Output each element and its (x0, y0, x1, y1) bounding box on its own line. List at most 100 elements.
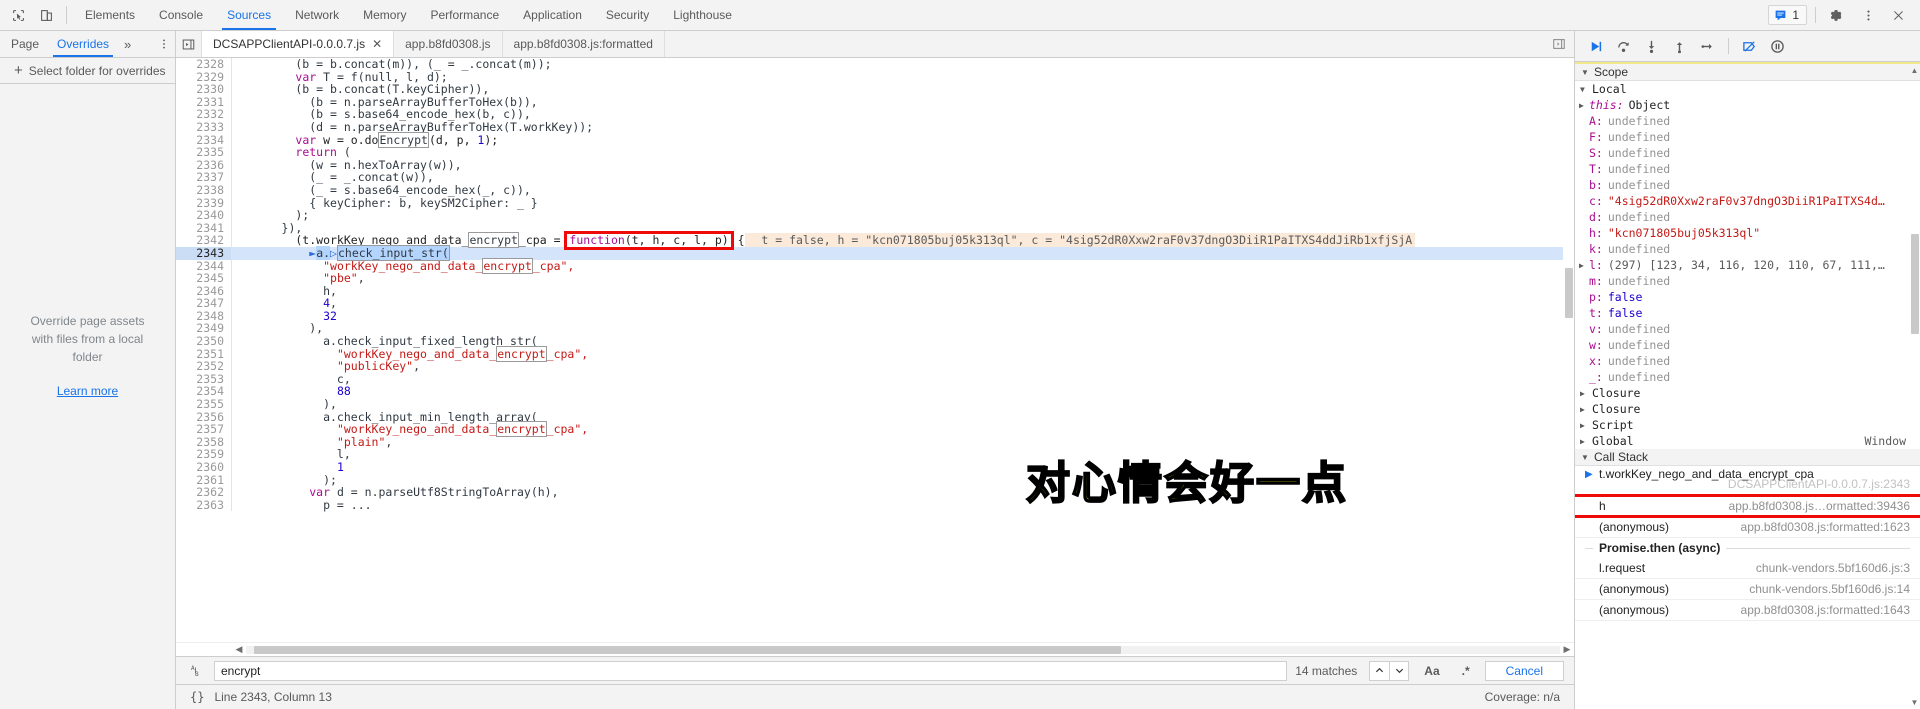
code-line[interactable]: 2346 h, (176, 285, 1574, 298)
inspect-element-icon[interactable] (4, 0, 32, 30)
callstack-frame[interactable]: l.request chunk-vendors.5bf160d6.js:3 (1575, 558, 1920, 579)
device-toolbar-icon[interactable] (32, 0, 60, 30)
nav-more-tabs-button[interactable]: » (118, 31, 137, 57)
line-number[interactable]: 2330 (176, 83, 232, 96)
line-number[interactable]: 2357 (176, 423, 232, 436)
code-line[interactable]: 2345 "pbe", (176, 272, 1574, 285)
code-line[interactable]: 2330 (b = b.concat(T.keyCipher)), (176, 83, 1574, 96)
step-over-icon[interactable] (1611, 34, 1636, 58)
line-number[interactable]: 2343 (176, 247, 232, 260)
editor-horizontal-scrollbar[interactable]: ◀ ▶ (176, 642, 1574, 656)
search-next-button[interactable] (1389, 660, 1410, 681)
code-line[interactable]: 2335 return ( (176, 146, 1574, 159)
match-case-button[interactable]: Aa (1417, 664, 1446, 678)
line-number[interactable]: 2362 (176, 486, 232, 499)
code-line[interactable]: 2352 "publicKey", (176, 360, 1574, 373)
tab-security[interactable]: Security (594, 0, 661, 30)
select-folder-for-overrides-button[interactable]: + Select folder for overrides (0, 58, 175, 84)
scope-variable-x[interactable]: x: undefined (1575, 353, 1920, 369)
scope-variable-k[interactable]: k: undefined (1575, 241, 1920, 257)
search-cancel-button[interactable]: Cancel (1484, 660, 1564, 681)
scope-group-script-3[interactable]: ▶ Script (1575, 417, 1920, 433)
toggle-navigator-icon[interactable] (176, 31, 202, 57)
callstack-frame[interactable]: (anonymous) chunk-vendors.5bf160d6.js:14 (1575, 579, 1920, 600)
scope-variable-l[interactable]: ▶ l: (297) [123, 34, 116, 120, 110, 67, 11… (1575, 257, 1920, 273)
callstack-frame[interactable]: (anonymous) app.b8fd0308.js:formatted:162… (1575, 517, 1920, 538)
scope-variable-b[interactable]: b: undefined (1575, 177, 1920, 193)
scope-variable-d[interactable]: d: undefined (1575, 209, 1920, 225)
code-line[interactable]: 2360 1 (176, 461, 1574, 474)
step-icon[interactable] (1695, 34, 1720, 58)
scope-section-header[interactable]: ▼ Scope (1575, 64, 1920, 81)
callstack-frame[interactable]: h app.b8fd0308.js…ormatted:39436 (1575, 494, 1920, 518)
code-line[interactable]: 2347 4, (176, 297, 1574, 310)
scope-variable-_[interactable]: _: undefined (1575, 369, 1920, 385)
code-line[interactable]: 2359 l, (176, 448, 1574, 461)
code-line[interactable]: 2340 ); (176, 209, 1574, 222)
code-editor[interactable]: 2328 (b = b.concat(m)), (_ = _.concat(m)… (176, 58, 1574, 642)
scope-group-local-0[interactable]: ▼ Local (1575, 81, 1920, 97)
tab-memory[interactable]: Memory (351, 0, 418, 30)
pause-on-exceptions-icon[interactable] (1765, 34, 1790, 58)
editor-tab-dcsappclientapi[interactable]: DCSAPPClientAPI-0.0.0.7.js ✕ (202, 31, 395, 57)
editor-tab-appjs[interactable]: app.b8fd0308.js (394, 31, 503, 57)
step-into-icon[interactable] (1639, 34, 1664, 58)
pretty-print-icon[interactable]: {} (190, 690, 204, 704)
tab-elements[interactable]: Elements (73, 0, 147, 30)
line-number[interactable]: 2347 (176, 297, 232, 310)
search-prev-button[interactable] (1369, 660, 1390, 681)
scope-variable-w[interactable]: w: undefined (1575, 337, 1920, 353)
navigator-kebab-icon[interactable] (153, 31, 175, 57)
callstack-section-header[interactable]: ▼ Call Stack (1575, 449, 1920, 466)
code-line[interactable]: 2334 var w = o.doEncrypt(d, p, 1); (176, 131, 1574, 148)
line-number[interactable]: 2363 (176, 499, 232, 512)
scroll-down-icon[interactable]: ▼ (1910, 698, 1919, 707)
line-number[interactable]: 2335 (176, 146, 232, 159)
scope-variable-F[interactable]: F: undefined (1575, 129, 1920, 145)
nav-tab-overrides[interactable]: Overrides (48, 31, 118, 57)
code-line[interactable]: 2348 32 (176, 310, 1574, 323)
code-line[interactable]: 2339 { keyCipher: b, keySM2Cipher: _ } (176, 196, 1574, 210)
scope-variable-v[interactable]: v: undefined (1575, 321, 1920, 337)
debugger-vertical-scrollbar[interactable]: ▲ ▼ (1909, 64, 1920, 709)
editor-tab-appjs-formatted[interactable]: app.b8fd0308.js:formatted (503, 31, 665, 57)
gear-icon[interactable] (1824, 8, 1852, 23)
nav-tab-page[interactable]: Page (2, 31, 48, 57)
callstack-frame[interactable]: (anonymous) app.b8fd0308.js:formatted:164… (1575, 600, 1920, 621)
code-line[interactable]: 2363 p = ... (176, 499, 1574, 512)
line-number[interactable]: 2340 (176, 209, 232, 222)
learn-more-link[interactable]: Learn more (57, 382, 118, 400)
line-number[interactable]: 2360 (176, 461, 232, 474)
scope-group-closure-1[interactable]: ▶ Closure (1575, 385, 1920, 401)
search-input[interactable] (214, 660, 1288, 681)
deactivate-breakpoints-icon[interactable] (1737, 34, 1762, 58)
tab-console[interactable]: Console (147, 0, 215, 30)
code-line[interactable]: 2328 (b = b.concat(m)), (_ = _.concat(m)… (176, 58, 1574, 71)
scope-variable-A[interactable]: A: undefined (1575, 113, 1920, 129)
tab-sources[interactable]: Sources (215, 0, 283, 30)
code-line[interactable]: 2355 ), (176, 398, 1574, 411)
code-line[interactable]: 2358 "plain", (176, 436, 1574, 449)
code-line[interactable]: 2344 "workKey_nego_and_data_encrypt_cpa"… (176, 257, 1574, 274)
scope-group-global-4[interactable]: ▶ Global Window (1575, 433, 1920, 449)
regex-button[interactable]: .* (1455, 664, 1477, 678)
scope-variable-h[interactable]: h: "kcn071805buj05k313ql" (1575, 225, 1920, 241)
line-number[interactable]: 2350 (176, 335, 232, 348)
debugger-scroll-thumb[interactable] (1911, 234, 1919, 334)
code-line[interactable]: 2362 var d = n.parseUtf8StringToArray(h)… (176, 486, 1574, 499)
scope-variable-c[interactable]: c: "4sig52dR0Xxw2raF0v37dngO3DiiR1PaITXS4… (1575, 193, 1920, 209)
close-icon[interactable]: ✕ (372, 38, 382, 50)
code-line[interactable]: 2357 "workKey_nego_and_data_encrypt_cpa"… (176, 421, 1574, 438)
editor-vertical-scrollbar[interactable] (1563, 58, 1574, 642)
scope-variable-this[interactable]: ▶ this: Object (1575, 97, 1920, 113)
line-number[interactable]: 2352 (176, 360, 232, 373)
caret-right-icon[interactable]: ▶ (1579, 101, 1589, 110)
tab-performance[interactable]: Performance (418, 0, 511, 30)
editor-scroll-thumb[interactable] (1565, 268, 1573, 318)
step-out-icon[interactable] (1667, 34, 1692, 58)
code-line[interactable]: 2354 88 (176, 385, 1574, 399)
hscroll-thumb[interactable] (254, 645, 1122, 654)
tab-application[interactable]: Application (511, 0, 594, 30)
resume-script-icon[interactable] (1583, 34, 1608, 58)
line-number[interactable]: 2355 (176, 398, 232, 411)
